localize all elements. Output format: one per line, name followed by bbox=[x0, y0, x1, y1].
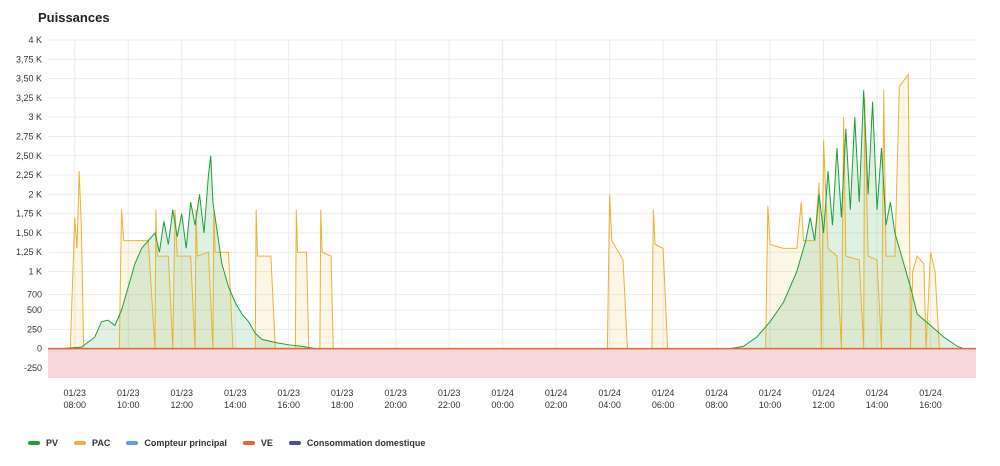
x-tick-time: 06:00 bbox=[652, 400, 675, 410]
legend-label: VE bbox=[260, 438, 273, 448]
y-tick-label: 500 bbox=[27, 305, 42, 315]
x-tick-date: 01/24 bbox=[652, 388, 675, 398]
y-tick-label: 3,50 K bbox=[16, 74, 42, 84]
x-tick-time: 04:00 bbox=[598, 400, 621, 410]
x-tick-date: 01/23 bbox=[117, 388, 140, 398]
x-tick-date: 01/23 bbox=[331, 388, 354, 398]
x-tick-time: 02:00 bbox=[545, 400, 568, 410]
x-tick-date: 01/23 bbox=[224, 388, 247, 398]
x-tick-date: 01/24 bbox=[866, 388, 889, 398]
legend-item-consommation-domestique[interactable]: Consommation domestique bbox=[288, 438, 426, 448]
legend-item-compteur-principal[interactable]: Compteur principal bbox=[126, 438, 227, 448]
legend-label: PV bbox=[46, 438, 59, 448]
legend-label: PAC bbox=[92, 438, 111, 448]
legend-swatch bbox=[288, 441, 301, 445]
y-axis-ticks: 4 K 3,75 K 3,50 K 3,25 K 3 K 2,75 K 2,50 K 2,25… bbox=[16, 35, 42, 373]
negative-band-rect bbox=[48, 348, 976, 378]
y-tick-label: 2,25 K bbox=[16, 170, 42, 180]
x-tick-date: 01/23 bbox=[63, 388, 86, 398]
x-tick-date: 01/24 bbox=[545, 388, 568, 398]
y-tick-label: 250 bbox=[27, 324, 42, 334]
legend-swatch bbox=[242, 441, 255, 445]
x-tick-date: 01/24 bbox=[919, 388, 942, 398]
y-tick-label: 2,75 K bbox=[16, 131, 42, 141]
legend-label: Compteur principal bbox=[144, 438, 227, 448]
x-tick-time: 12:00 bbox=[812, 400, 835, 410]
legend-swatch bbox=[74, 441, 87, 445]
x-tick-time: 22:00 bbox=[438, 400, 461, 410]
y-tick-label: 3,75 K bbox=[16, 54, 42, 64]
x-tick-time: 00:00 bbox=[491, 400, 514, 410]
x-tick-date: 01/23 bbox=[438, 388, 461, 398]
y-tick-label: -250 bbox=[24, 363, 42, 373]
y-tick-label: 4 K bbox=[28, 35, 42, 45]
x-tick-date: 01/23 bbox=[170, 388, 193, 398]
y-tick-label: 3 K bbox=[28, 112, 42, 122]
x-tick-date: 01/23 bbox=[277, 388, 300, 398]
y-tick-label: 1,25 K bbox=[16, 247, 42, 257]
x-tick-time: 08:00 bbox=[705, 400, 728, 410]
x-tick-time: 14:00 bbox=[224, 400, 247, 410]
x-tick-date: 01/24 bbox=[598, 388, 621, 398]
y-tick-label: 3,25 K bbox=[16, 93, 42, 103]
y-tick-label: 2,50 K bbox=[16, 151, 42, 161]
y-tick-label: 0 bbox=[37, 344, 42, 354]
x-tick-time: 18:00 bbox=[331, 400, 354, 410]
legend-item-ve[interactable]: VE bbox=[242, 438, 273, 448]
legend-swatch bbox=[28, 441, 40, 445]
x-tick-date: 01/24 bbox=[705, 388, 728, 398]
x-tick-time: 16:00 bbox=[919, 400, 942, 410]
x-tick-time: 20:00 bbox=[384, 400, 407, 410]
y-tick-label: 1 K bbox=[28, 267, 42, 277]
x-tick-time: 10:00 bbox=[759, 400, 782, 410]
negative-band bbox=[48, 348, 976, 378]
y-tick-label: 1,50 K bbox=[16, 228, 42, 238]
x-tick-date: 01/24 bbox=[812, 388, 835, 398]
x-tick-date: 01/23 bbox=[384, 388, 407, 398]
x-tick-time: 16:00 bbox=[277, 400, 300, 410]
legend-item-pac[interactable]: PAC bbox=[74, 438, 110, 448]
y-tick-label: 2 K bbox=[28, 189, 42, 199]
y-tick-label: 1,75 K bbox=[16, 209, 42, 219]
x-tick-time: 10:00 bbox=[117, 400, 140, 410]
x-tick-time: 14:00 bbox=[866, 400, 889, 410]
legend: PV PAC Compteur principal VE Consommation do… bbox=[28, 438, 441, 448]
x-axis-ticks: 01/23 08:00 01/23 10:00 01/23 12:00 01/23 14:00… bbox=[63, 388, 941, 410]
legend-label: Consommation domestique bbox=[306, 438, 426, 448]
y-tick-label: 700 bbox=[27, 290, 42, 300]
x-tick-date: 01/24 bbox=[759, 388, 782, 398]
x-tick-time: 08:00 bbox=[63, 400, 86, 410]
x-tick-time: 12:00 bbox=[170, 400, 193, 410]
legend-item-pv[interactable]: PV bbox=[28, 438, 58, 448]
legend-swatch bbox=[126, 441, 139, 445]
power-chart: 4 K 3,75 K 3,50 K 3,25 K 3 K 2,75 K 2,50 K 2,25… bbox=[16, 35, 976, 410]
x-tick-date: 01/24 bbox=[491, 388, 514, 398]
